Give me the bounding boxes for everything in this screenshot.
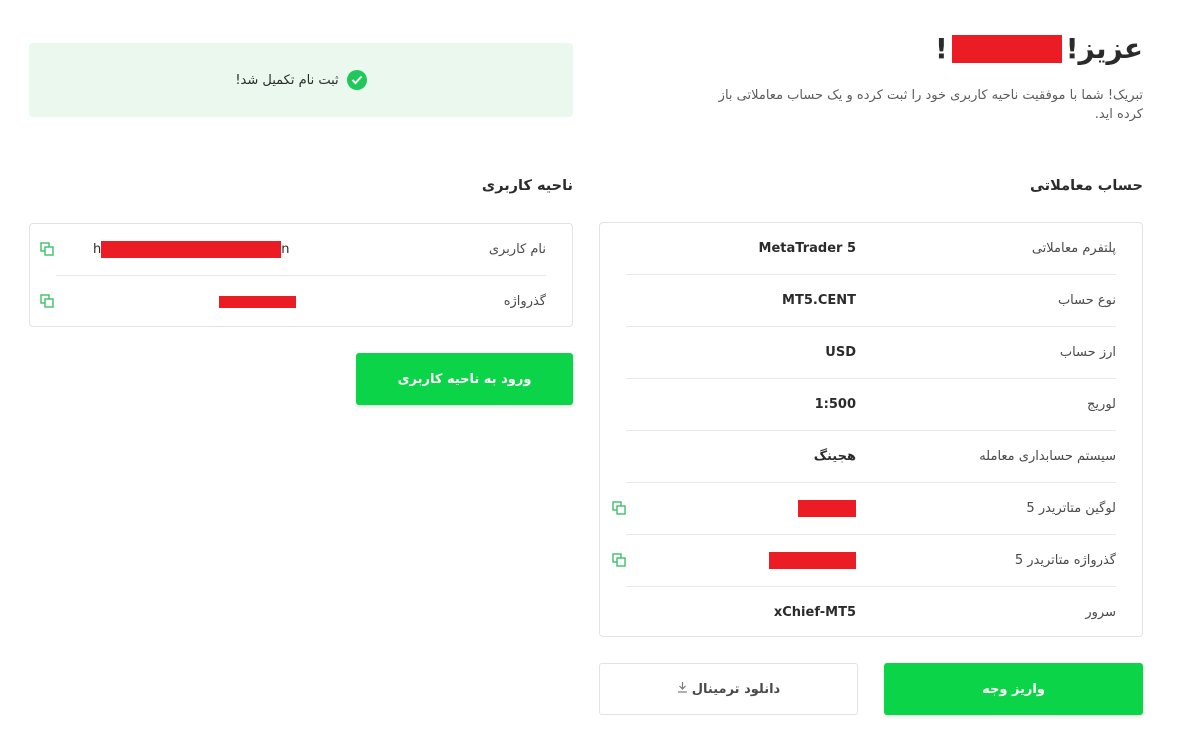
intro-text: تبریک! شما با موفقیت ناحیه کاربری خود را… [718, 88, 1143, 122]
account-row-server: سرور xChief-MT5 [626, 587, 1116, 639]
deposit-button-label: واریز وجه [982, 681, 1045, 697]
username-end: n [281, 242, 290, 257]
login-button-label: ورود به ناحیه کاربری [397, 371, 532, 387]
registration-success-banner: ثبت نام تکمیل شد! [29, 43, 573, 117]
user-area-card: نام کاربری hn گذرواژه [29, 223, 573, 327]
greeting-suffix: ! [934, 32, 948, 65]
download-arrow-icon [677, 681, 688, 697]
row-label: نام کاربری [488, 242, 546, 257]
trading-account-card: پلتفرم معاملاتی MetaTrader 5 نوع حساب MT… [599, 222, 1143, 637]
redacted-password [769, 552, 856, 569]
user-area-title: ناحیه کاربری [481, 178, 573, 194]
registration-success-page: عزیز! ! تبریک! شما با موفقیت ناحیه کاربر… [0, 0, 1200, 735]
row-value: 1:500 [814, 397, 856, 412]
row-value: USD [825, 345, 856, 360]
user-row-username: نام کاربری hn [40, 224, 546, 276]
row-value [769, 535, 856, 587]
row-label: پلتفرم معاملاتی [1031, 241, 1116, 256]
redacted-username [101, 241, 282, 258]
copy-icon[interactable] [612, 553, 626, 567]
redacted-login [798, 500, 856, 517]
row-label: سیستم حسابداری معامله [979, 449, 1116, 464]
account-row-leverage: لوریج 1:500 [626, 379, 1116, 431]
account-row-currency: ارز حساب USD [626, 327, 1116, 379]
redacted-user-name [951, 34, 1062, 63]
row-value [798, 483, 856, 535]
copy-icon[interactable] [40, 242, 54, 256]
row-label: نوع حساب [1057, 293, 1116, 308]
redacted-user-password [219, 295, 296, 308]
login-user-area-button[interactable]: ورود به ناحیه کاربری [356, 353, 573, 405]
account-row-accounting-system: سیستم حسابداری معامله هجینگ [626, 431, 1116, 483]
row-label: لوریج [1087, 397, 1116, 412]
row-value: MT5.CENT [782, 293, 856, 308]
row-label: سرور [1085, 605, 1116, 620]
row-value: hn [93, 224, 290, 276]
download-terminal-button[interactable]: دانلود ترمینال [599, 663, 858, 715]
check-circle-icon [346, 70, 367, 90]
account-row-mt5-password: گذرواژه متاتریدر 5 [612, 535, 1116, 587]
row-value [219, 276, 296, 328]
trading-account-title: حساب معاملاتی [1030, 178, 1143, 194]
row-label: گذرواژه متاتریدر 5 [1014, 553, 1116, 568]
row-value: هجینگ [813, 449, 856, 464]
greeting-prefix: عزیز! [1065, 32, 1143, 65]
copy-icon[interactable] [612, 501, 626, 515]
username-start: h [93, 242, 102, 257]
banner-text: ثبت نام تکمیل شد! [235, 72, 339, 88]
greeting-heading: عزیز! ! [935, 32, 1143, 65]
account-row-platform: پلتفرم معاملاتی MetaTrader 5 [626, 223, 1116, 275]
row-value: xChief-MT5 [773, 605, 856, 620]
row-label: لوگین متاتریدر 5 [1026, 501, 1116, 516]
account-row-mt5-login: لوگین متاتریدر 5 [612, 483, 1116, 535]
row-value: MetaTrader 5 [758, 241, 856, 256]
row-label: گذرواژه [503, 294, 546, 309]
account-row-type: نوع حساب MT5.CENT [626, 275, 1116, 327]
copy-icon[interactable] [40, 294, 54, 308]
row-label: ارز حساب [1059, 345, 1116, 360]
deposit-button[interactable]: واریز وجه [884, 663, 1143, 715]
user-row-password: گذرواژه [40, 276, 546, 328]
download-button-label: دانلود ترمینال [691, 681, 781, 697]
